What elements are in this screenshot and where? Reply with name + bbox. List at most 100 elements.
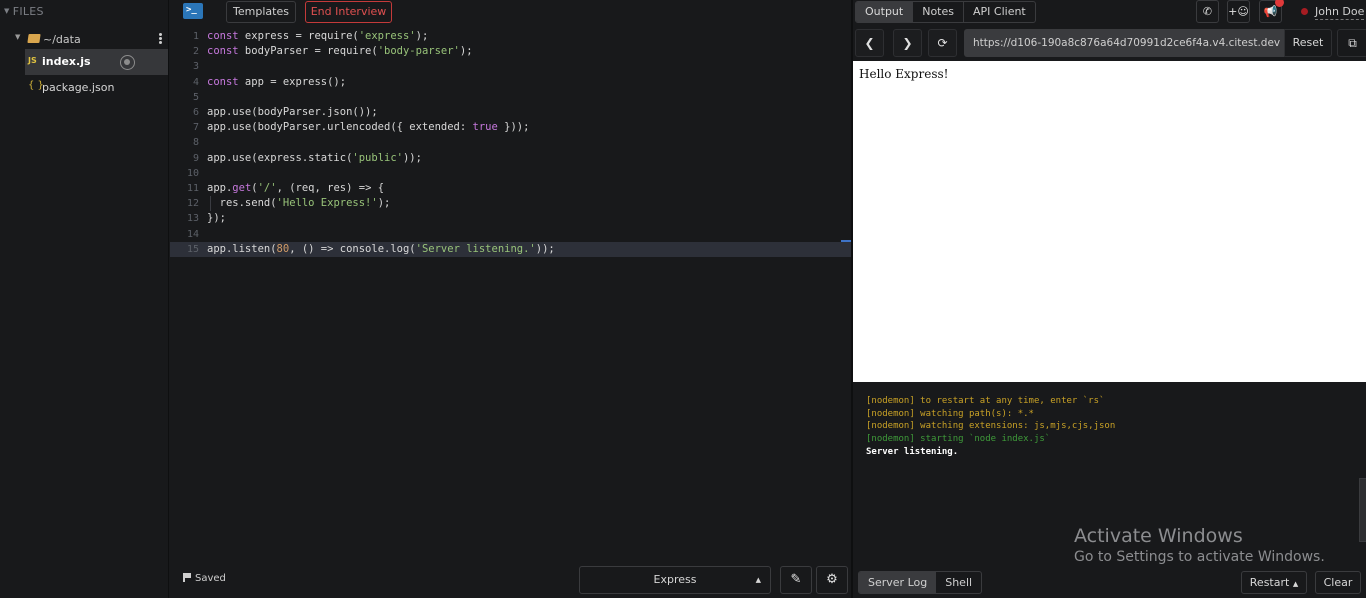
code-token: })); bbox=[497, 121, 530, 134]
files-header-label: FILES bbox=[12, 5, 44, 18]
external-link-icon: ⧉ bbox=[1348, 36, 1357, 50]
folder-label: ~/data bbox=[43, 33, 81, 46]
templates-button[interactable]: Templates bbox=[226, 1, 296, 23]
code-token: ); bbox=[459, 45, 473, 58]
restart-label: Restart bbox=[1249, 576, 1290, 589]
file-name: index.js bbox=[42, 55, 91, 68]
code-token: ); bbox=[415, 30, 429, 42]
caret-down-icon: ▼ bbox=[4, 7, 10, 15]
clear-button[interactable]: Clear bbox=[1315, 571, 1361, 594]
preview-text: Hello Express! bbox=[859, 67, 949, 81]
code-line[interactable]: 12 res.send('Hello Express!'); bbox=[170, 196, 851, 212]
code-text: }); bbox=[207, 211, 226, 226]
file-index-js[interactable]: JS index.js bbox=[25, 49, 168, 75]
open-external-button[interactable]: ⧉ bbox=[1337, 29, 1366, 57]
line-number: 3 bbox=[192, 61, 199, 73]
app-root: ▼ FILES ▼ ~/data JS index.js { } package.… bbox=[0, 0, 1366, 598]
console-tabs: Server Log Shell bbox=[858, 571, 983, 594]
code-token: ); bbox=[377, 197, 391, 210]
announcements-button[interactable]: 📢 bbox=[1259, 0, 1284, 23]
code-line[interactable]: 3 bbox=[170, 59, 851, 74]
code-line[interactable]: 1 const express = require('express'); bbox=[170, 29, 851, 44]
code-line[interactable]: 6 app.use(bodyParser.json()); bbox=[170, 105, 851, 120]
code-token: app = express(); bbox=[238, 75, 347, 88]
code-line[interactable]: 14 bbox=[170, 227, 851, 242]
flag-icon bbox=[183, 573, 192, 582]
call-button[interactable]: ✆ bbox=[1196, 0, 1219, 23]
watermark-title: Activate Windows bbox=[1074, 525, 1243, 547]
code-token: 'public' bbox=[352, 151, 403, 164]
caret-up-icon: ▲ bbox=[755, 576, 761, 584]
code-line[interactable]: 13}); bbox=[170, 211, 851, 226]
end-interview-button[interactable]: End Interview bbox=[305, 1, 392, 23]
code-token: )); bbox=[402, 151, 422, 164]
code-token: 'express' bbox=[358, 30, 416, 42]
line-number: 8 bbox=[192, 137, 199, 149]
code-token: , (req, res) => { bbox=[276, 182, 385, 194]
chevron-left-icon: ❮ bbox=[864, 36, 875, 50]
more-options-icon[interactable] bbox=[157, 32, 163, 45]
settings-button[interactable]: ⚙ bbox=[816, 566, 848, 594]
line-number: 4 bbox=[192, 76, 199, 88]
tab-notes[interactable]: Notes bbox=[913, 2, 964, 22]
code-token: app.use(bodyParser.urlencoded({ extended… bbox=[207, 121, 473, 134]
file-sidebar: ▼ FILES ▼ ~/data JS index.js { } package.… bbox=[0, 0, 169, 598]
tab-shell[interactable]: Shell bbox=[936, 572, 981, 593]
back-button[interactable]: ❮ bbox=[855, 29, 884, 57]
panel-tabs: Output Notes API Client bbox=[855, 1, 1036, 23]
language-select-value: Express bbox=[653, 573, 697, 586]
line-number: 7 bbox=[192, 122, 199, 134]
code-line[interactable]: 5 bbox=[170, 90, 851, 105]
code-line[interactable]: 7 app.use(bodyParser.urlencoded({ extende… bbox=[170, 120, 851, 135]
code-line[interactable]: 10 bbox=[170, 166, 851, 181]
line-number: 10 bbox=[186, 167, 199, 179]
console-scrollbar[interactable] bbox=[1359, 478, 1366, 542]
code-line[interactable]: 4 const app = express(); bbox=[170, 75, 851, 90]
code-text: const express = require('express'); bbox=[207, 29, 428, 44]
code-editor[interactable]: 1 const express = require('express'); 2 con… bbox=[170, 28, 851, 564]
code-token: bodyParser = require( bbox=[238, 45, 378, 58]
tab-server-log[interactable]: Server Log bbox=[859, 572, 937, 593]
url-input[interactable]: https://d106-190a8c876a64d70991d2ce6f4a.… bbox=[964, 29, 1284, 57]
code-line[interactable]: 15 app.listen(80, () => console.log('Serv… bbox=[170, 241, 851, 257]
file-package-json[interactable]: { } package.json bbox=[25, 75, 168, 101]
edit-button[interactable]: ✎ bbox=[780, 566, 812, 594]
code-token: express = require( bbox=[238, 30, 359, 42]
notification-dot bbox=[1275, 0, 1284, 7]
line-number: 5 bbox=[192, 91, 199, 103]
code-text: app.use(bodyParser.json()); bbox=[207, 105, 378, 120]
line-number: 9 bbox=[192, 152, 199, 164]
code-line[interactable]: 8 bbox=[170, 135, 851, 150]
add-user-button[interactable]: +☺ bbox=[1227, 0, 1250, 23]
forward-button[interactable]: ❯ bbox=[893, 29, 922, 57]
code-token: }); bbox=[207, 212, 226, 225]
preview-frame[interactable]: Hello Express! bbox=[853, 61, 1366, 382]
output-panel: Output Notes API Client ✆ +☺ 📢 John Doe … bbox=[851, 0, 1366, 598]
files-header[interactable]: ▼ FILES bbox=[4, 5, 44, 18]
terminal-logo-icon[interactable]: >_ bbox=[183, 3, 203, 19]
code-token: 'body-parser' bbox=[377, 45, 460, 58]
line-number: 11 bbox=[186, 183, 199, 194]
tab-output[interactable]: Output bbox=[856, 2, 914, 22]
user-name[interactable]: John Doe bbox=[1315, 5, 1365, 20]
gear-icon: ⚙ bbox=[826, 572, 838, 587]
code-text: const bodyParser = require('body-parser'… bbox=[207, 44, 473, 59]
code-token: '/' bbox=[257, 182, 277, 194]
language-select[interactable]: Express ▲ bbox=[579, 566, 771, 594]
code-token: app.use(bodyParser.json()); bbox=[207, 106, 378, 118]
line-number: 15 bbox=[186, 243, 199, 255]
code-text: app.use(bodyParser.urlencoded({ extended… bbox=[207, 120, 529, 135]
line-number: 2 bbox=[192, 46, 199, 58]
reset-button[interactable]: Reset bbox=[1284, 29, 1332, 57]
log-line: [nodemon] watching extensions: js,mjs,cj… bbox=[866, 421, 1116, 432]
windows-activation-watermark: Activate Windows Go to Settings to activ… bbox=[1074, 525, 1325, 565]
code-line[interactable]: 11 app.get('/', (req, res) => { bbox=[170, 181, 851, 196]
refresh-button[interactable]: ⟳ bbox=[928, 29, 957, 57]
folder-data[interactable]: ▼ ~/data bbox=[0, 31, 168, 49]
tab-api-client[interactable]: API Client bbox=[964, 2, 1035, 22]
code-line[interactable]: 9 app.use(express.static('public')); bbox=[170, 151, 851, 166]
code-token: 'Hello Express!' bbox=[276, 197, 378, 210]
restart-button[interactable]: Restart ▲ bbox=[1241, 571, 1307, 594]
code-token: get bbox=[232, 182, 252, 194]
code-line[interactable]: 2 const bodyParser = require('body-parser… bbox=[170, 44, 851, 59]
